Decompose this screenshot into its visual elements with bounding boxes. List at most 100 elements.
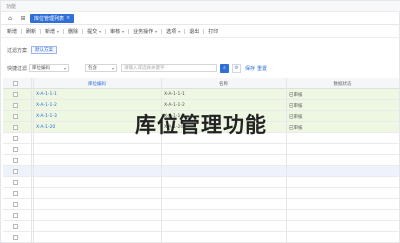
toolbar-button[interactable]: 选项 ▾ (163, 28, 183, 35)
toolbar-separator (203, 28, 205, 34)
chevron-down-icon: ▾ (122, 28, 125, 34)
toolbar-button-label: 删除 (68, 28, 79, 35)
empty-table-row (3, 199, 399, 210)
chevron-down-icon: ▾ (155, 28, 158, 34)
row-checkbox-cell (13, 199, 23, 210)
quick-filter-label: 快捷过滤 (7, 65, 28, 72)
row-checkbox-cell (13, 232, 23, 243)
filter-scheme-label: 过滤方案 (7, 47, 28, 54)
row-checkbox-cell (13, 155, 23, 166)
toolbar-button[interactable]: 审核 ▾ (107, 28, 127, 35)
row-checkbox-cell (13, 210, 23, 221)
row-checkbox-cell (13, 89, 23, 100)
tab-label: 库位管理列表 (34, 15, 65, 22)
column-header[interactable]: 数据状态 (286, 78, 399, 89)
quick-filter-row: 快捷过滤 库位编码 ▾ 包含 ▾ 请输入或选择关键字 ⌕ ⚙ 保存 重置 (1, 63, 400, 73)
empty-table-row (3, 188, 399, 199)
row-checkbox[interactable] (13, 169, 18, 174)
row-checkbox[interactable] (13, 235, 18, 240)
toolbar-separator (105, 28, 107, 34)
empty-table-row (3, 155, 399, 166)
overlay-title: 库位管理功能 (135, 113, 267, 137)
empty-table-row (3, 210, 399, 221)
home-icon[interactable]: ⌂ (6, 14, 14, 22)
save-link[interactable]: 保存 (245, 65, 255, 72)
header-checkbox-cell (13, 78, 23, 89)
column-header[interactable]: 名称 (161, 78, 286, 89)
search-icon: ⌕ (223, 65, 226, 71)
row-checkbox[interactable] (13, 103, 18, 108)
row-checkbox-cell (13, 221, 23, 232)
toolbar-button[interactable]: 业务操作 ▾ (130, 28, 160, 35)
empty-table-row (3, 144, 399, 155)
row-checkbox-cell (13, 166, 23, 177)
top-bar-label: 功能 (6, 3, 17, 10)
empty-table-row (3, 221, 399, 232)
toolbar-button[interactable]: 删除 (65, 28, 81, 35)
row-checkbox[interactable] (13, 191, 18, 196)
search-button[interactable]: ⌕ (220, 63, 230, 73)
chevron-down-icon: ▾ (178, 28, 181, 34)
toolbar-button-label: 刷新 (26, 28, 37, 35)
grid-menu-icon[interactable]: ⊞ (19, 14, 27, 22)
empty-table-row (3, 177, 399, 188)
location-name-cell: X-A-1-1-1 (164, 92, 185, 97)
app-window: 功能 ⌂ ⊞ 库位管理列表 × 新增 刷新 新增 ▾ 删除 提交 ▾ 审核 ▾ 业务操作 ▾ 选项 ▾ 退… (0, 0, 400, 243)
column-divider (33, 78, 34, 243)
toolbar-button-label: 打印 (208, 28, 219, 35)
toolbar-button[interactable]: 新增 (4, 28, 20, 35)
table-header-row: 库位编码 名称 数据状态 (3, 78, 399, 89)
field-select[interactable]: 库位编码 ▾ (29, 64, 70, 72)
toolbar-button-label: 退出 (189, 28, 200, 35)
close-icon[interactable]: × (66, 15, 70, 21)
chevron-down-icon: ▾ (64, 65, 67, 71)
data-status-cell: 已审核 (289, 92, 303, 98)
settings-button[interactable]: ⚙ (232, 63, 242, 73)
chevron-down-icon: ▾ (112, 65, 115, 71)
toolbar-separator (128, 28, 130, 34)
top-bar: 功能 (1, 1, 400, 12)
toolbar-button-label: 业务操作 (133, 28, 154, 35)
toolbar-button[interactable]: 提交 ▾ (84, 28, 104, 35)
row-checkbox[interactable] (13, 147, 18, 152)
row-checkbox[interactable] (13, 92, 18, 97)
row-checkbox[interactable] (13, 224, 18, 229)
row-checkbox[interactable] (13, 202, 18, 207)
toolbar-separator (161, 28, 163, 34)
tab-location-list[interactable]: 库位管理列表 × (30, 13, 75, 23)
operator-select-value: 包含 (88, 66, 98, 71)
row-checkbox[interactable] (13, 213, 18, 218)
empty-table-row (3, 232, 399, 243)
toolbar-button[interactable]: 打印 (205, 28, 221, 35)
row-checkbox[interactable] (13, 180, 18, 185)
reset-link[interactable]: 重置 (257, 65, 267, 72)
row-checkbox-cell (13, 177, 23, 188)
toolbar: 新增 刷新 新增 ▾ 删除 提交 ▾ 审核 ▾ 业务操作 ▾ 选项 ▾ 退出 打印 (1, 25, 400, 38)
search-placeholder: 请输入或选择关键字 (124, 66, 165, 71)
row-checkbox-cell (13, 144, 23, 155)
table-row[interactable]: X-A-1-1-1 X-A-1-1-1 已审核 (3, 89, 399, 100)
column-divider (286, 78, 287, 243)
toolbar-button[interactable]: 新增 ▾ (42, 28, 62, 35)
operator-select[interactable]: 包含 ▾ (85, 64, 118, 72)
toolbar-button-label: 提交 (87, 28, 98, 35)
toolbar-button[interactable]: 退出 (186, 28, 202, 35)
toolbar-button-label: 选项 (166, 28, 177, 35)
toolbar-separator (21, 28, 23, 34)
toolbar-separator (184, 28, 186, 34)
toolbar-button[interactable]: 刷新 (23, 28, 39, 35)
location-code-cell[interactable]: X-A-1-1-1 (36, 89, 156, 100)
select-all-checkbox[interactable] (13, 81, 18, 86)
toolbar-button-label: 审核 (110, 28, 121, 35)
tab-bar: ⌂ ⊞ 库位管理列表 × (1, 12, 400, 25)
row-checkbox-cell (13, 188, 23, 199)
row-checkbox[interactable] (13, 158, 18, 163)
toolbar-button-label: 新增 (45, 28, 56, 35)
field-select-value: 库位编码 (32, 66, 51, 71)
filter-scheme-row: 过滤方案 默认方案 (1, 45, 400, 55)
toolbar-separator (82, 28, 84, 34)
default-scheme-chip[interactable]: 默认方案 (31, 46, 58, 54)
column-header[interactable]: 库位编码 (33, 78, 161, 89)
search-input[interactable]: 请输入或选择关键字 (121, 64, 218, 72)
column-divider (161, 78, 162, 243)
